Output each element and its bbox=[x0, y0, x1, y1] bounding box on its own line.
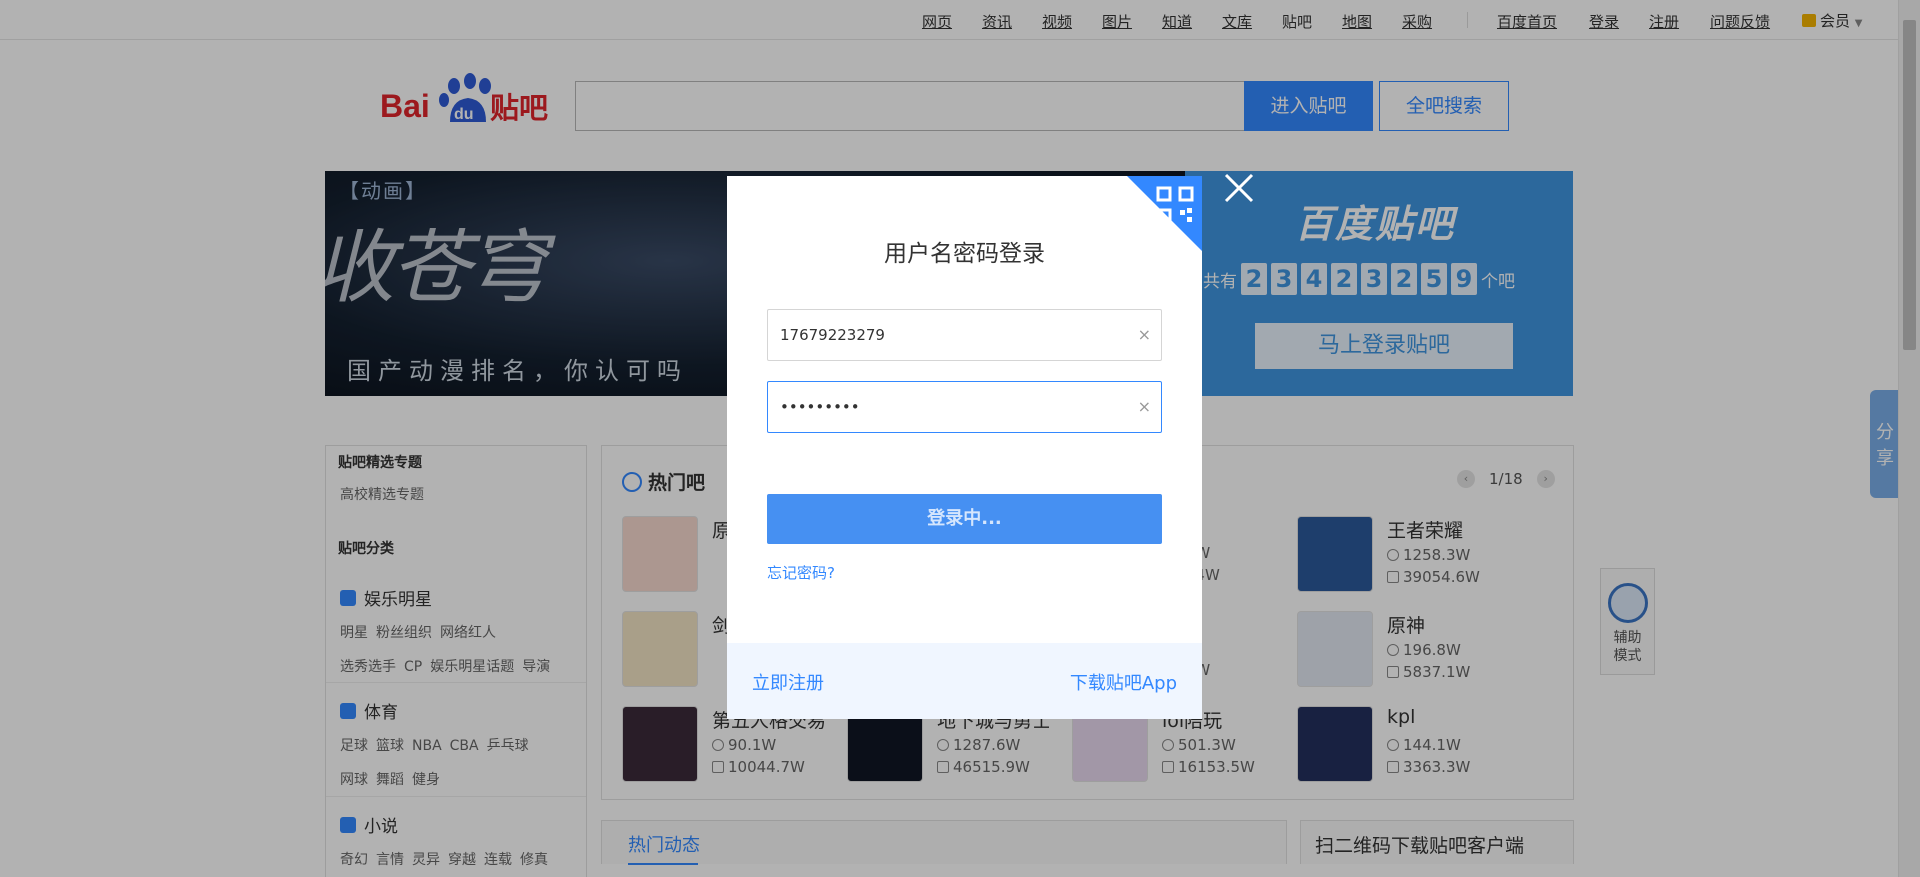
clear-password-icon[interactable]: × bbox=[1138, 382, 1151, 432]
clear-username-icon[interactable]: × bbox=[1138, 310, 1151, 360]
login-title: 用户名密码登录 bbox=[884, 241, 1045, 267]
login-footer: 立即注册 下载贴吧App bbox=[727, 643, 1202, 719]
forgot-password-link[interactable]: 忘记密码? bbox=[767, 562, 835, 583]
close-icon[interactable] bbox=[1222, 171, 1256, 205]
username-value: 17679223279 bbox=[780, 326, 885, 344]
password-field[interactable]: ••••••••• × bbox=[767, 381, 1162, 433]
register-link[interactable]: 立即注册 bbox=[752, 669, 824, 695]
username-field[interactable]: 17679223279 × bbox=[767, 309, 1162, 361]
login-submit-button[interactable]: 登录中... bbox=[767, 494, 1162, 544]
download-app-link[interactable]: 下载贴吧App bbox=[1070, 669, 1177, 695]
login-dialog: 用户名密码登录 17679223279 × ••••••••• × 登录中...… bbox=[727, 176, 1202, 719]
password-value: ••••••••• bbox=[780, 398, 860, 416]
qr-code-icon[interactable] bbox=[1154, 184, 1196, 226]
